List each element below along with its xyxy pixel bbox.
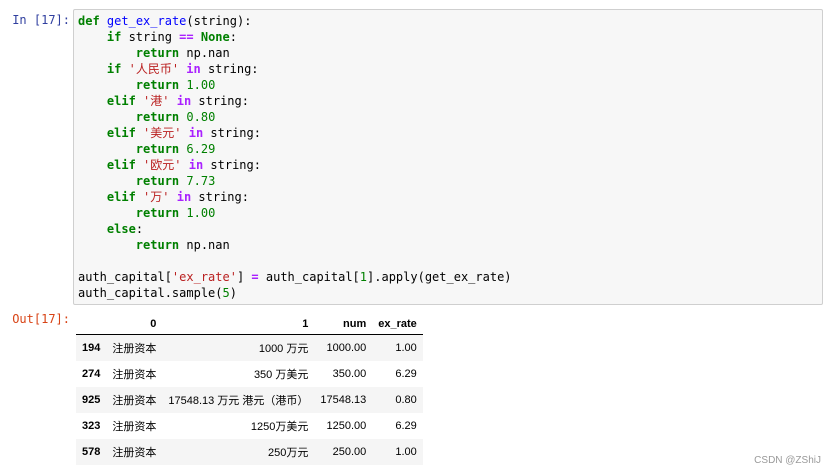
code-line: return np.nan [135,238,230,252]
cell-num: 1000.00 [326,342,367,354]
cell-col-0: 注册资本 [112,395,157,407]
table-row: 194 注册资本 1000 万元 1000.00 1.00 [76,334,423,361]
code-line: auth_capital['ex_rate'] = auth_capital[1… [78,270,512,284]
code-line: return 1.00 [135,78,216,92]
cell-col-1: 250万元 [268,447,309,459]
row-index: 194 [82,342,101,354]
code-line: elif '港' in string: [106,94,249,108]
code-line: if string == None: [106,30,237,44]
cell-col-1: 1250万美元 [250,421,309,433]
cell-col-0: 注册资本 [112,343,157,355]
table-row: 323 注册资本 1250万美元 1250.00 6.29 [76,413,423,439]
column-header-1: 1 [162,314,315,335]
cell-col-0: 注册资本 [112,447,157,459]
column-header-0: 0 [106,314,163,335]
code-editor[interactable]: def get_ex_rate(string): if string == No… [74,10,822,301]
code-line: auth_capital.sample(5) [78,286,237,300]
cell-ex-rate: 6.29 [395,420,417,432]
code-line: elif '万' in string: [106,190,249,204]
row-index: 578 [82,446,101,458]
column-header-num: num [314,314,373,335]
cell-ex-rate: 1.00 [395,446,417,458]
input-prompt: In [17]: [12,13,70,27]
cell-ex-rate: 6.29 [395,368,417,380]
code-line: return 7.73 [135,174,216,188]
table-row: 925 注册资本 17548.13 万元 港元（港币） 17548.13 0.8… [76,387,423,413]
cell-num: 250.00 [332,446,367,458]
index-header [76,314,107,335]
cell-num: 17548.13 [320,394,367,406]
code-line: if '人民币' in string: [106,62,259,76]
cell-num: 350.00 [332,368,367,380]
cell-ex-rate: 0.80 [395,394,417,406]
code-line: elif '美元' in string: [106,126,261,140]
code-cell-input[interactable]: def get_ex_rate(string): if string == No… [73,9,823,305]
code-line: return np.nan [135,46,230,60]
column-header-ex-rate: ex_rate [372,314,423,335]
cell-ex-rate: 1.00 [395,342,417,354]
code-line: return 0.80 [135,110,216,124]
code-line: return 6.29 [135,142,216,156]
table-header-row: 0 1 num ex_rate [76,314,423,335]
cell-num: 1250.00 [326,420,367,432]
cell-col-1: 350 万美元 [253,369,309,381]
cell-output: 0 1 num ex_rate 194 注册资本 1000 万元 1000.00… [76,314,423,465]
code-line: elif '欧元' in string: [106,158,261,172]
cell-col-1: 1000 万元 [258,343,309,355]
code-line: return 1.00 [135,206,216,220]
table-row: 578 注册资本 250万元 250.00 1.00 [76,439,423,465]
cell-col-0: 注册资本 [112,369,157,381]
cell-col-0: 注册资本 [112,421,157,433]
dataframe-table: 0 1 num ex_rate 194 注册资本 1000 万元 1000.00… [76,314,423,465]
output-prompt: Out[17]: [12,312,70,326]
watermark: CSDN @ZShiJ [754,455,821,466]
row-index: 925 [82,394,101,406]
code-line: def get_ex_rate(string): [78,14,252,28]
code-line: else: [106,222,144,236]
cell-col-1: 17548.13 万元 港元（港币） [168,395,309,407]
row-index: 274 [82,368,101,380]
row-index: 323 [82,420,101,432]
table-row: 274 注册资本 350 万美元 350.00 6.29 [76,361,423,387]
